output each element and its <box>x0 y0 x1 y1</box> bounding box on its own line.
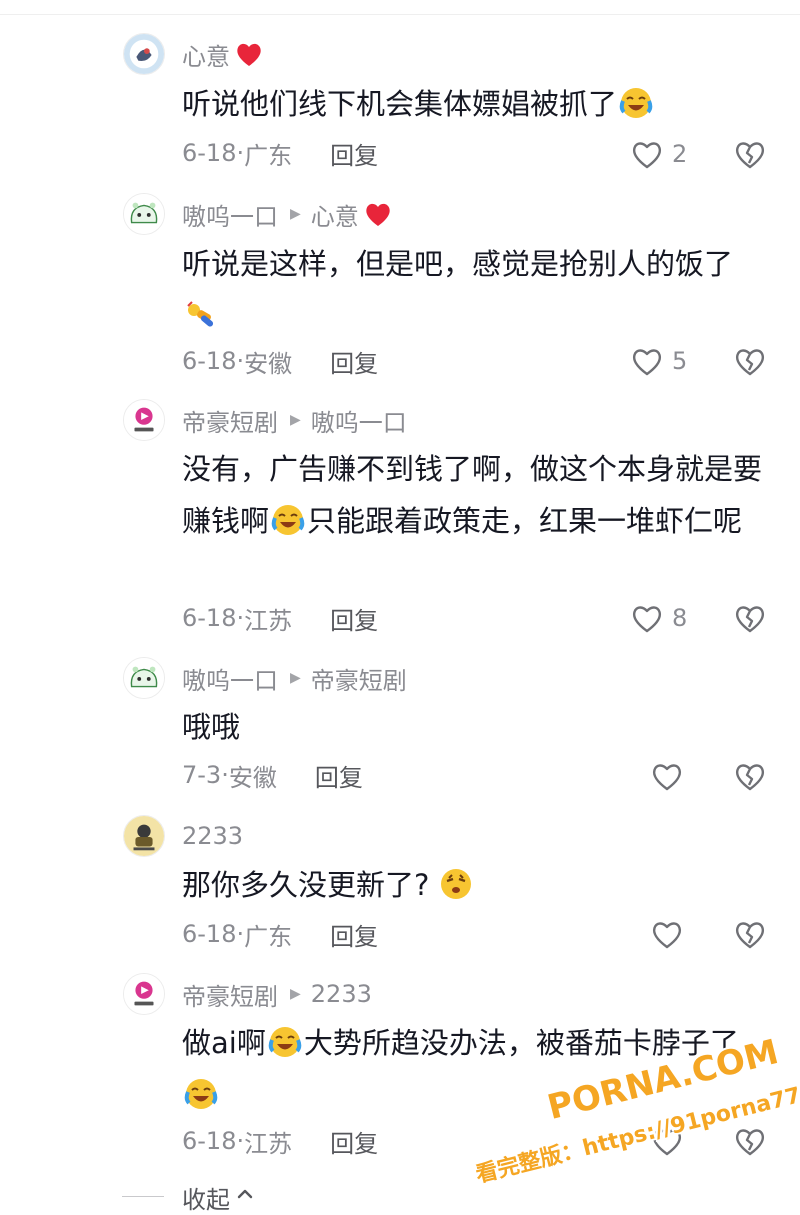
top-divider <box>0 14 800 15</box>
comment-author-row: 心意 <box>182 37 264 71</box>
heart-emoji-icon <box>366 203 390 226</box>
username[interactable]: 帝豪短剧 <box>182 403 278 438</box>
broken-heart-icon[interactable] <box>733 760 767 792</box>
collapse-replies-button[interactable]: 收起 <box>0 1180 800 1214</box>
comment-meta: 6-18 · 广东 回复 <box>182 917 378 951</box>
reply-arrow-icon: ▶ <box>290 986 301 1002</box>
comment-text: 听说他们线下机会集体嫖娼被抓了 <box>182 78 772 130</box>
fallen-person-emoji-icon <box>187 301 214 327</box>
heart-outline-icon <box>652 764 682 791</box>
username[interactable]: 帝豪短剧 <box>182 977 278 1012</box>
comment-author-row: 2233 <box>182 819 243 853</box>
like-count: 5 <box>672 347 688 375</box>
broken-heart-icon[interactable] <box>733 138 767 170</box>
laugh-cry-emoji-icon <box>271 505 305 535</box>
reply-button[interactable]: 回复 <box>330 601 378 636</box>
comment-meta: 6-18 · 安徽 回复 <box>182 344 378 378</box>
comment-author-row: 帝豪短剧 ▶ 嗷呜一口 <box>182 403 407 437</box>
avatar[interactable] <box>123 973 165 1015</box>
comment-author-row: 嗷呜一口 ▶ 心意 <box>182 197 393 231</box>
laugh-cry-emoji-icon <box>619 88 653 118</box>
username[interactable]: 2233 <box>182 822 243 850</box>
avatar[interactable] <box>123 399 165 441</box>
heart-outline-icon <box>652 922 682 949</box>
like-count: 2 <box>672 140 688 168</box>
reply-button[interactable]: 回复 <box>330 136 378 171</box>
reply-button[interactable]: 回复 <box>330 344 378 379</box>
like-button[interactable]: 2 <box>630 136 687 172</box>
username[interactable]: 嗷呜一口 <box>182 661 278 696</box>
username[interactable]: 嗷呜一口 <box>182 197 278 232</box>
collapse-label: 收起 <box>182 1186 230 1214</box>
heart-outline-icon <box>632 606 662 633</box>
comment-text: 那你多久没更新了? <box>182 859 772 911</box>
reply-button[interactable]: 回复 <box>330 917 378 952</box>
reply-arrow-icon: ▶ <box>290 670 301 686</box>
heart-emoji-icon <box>237 43 261 66</box>
avatar[interactable] <box>123 193 165 235</box>
laugh-cry-emoji-icon <box>268 1027 302 1057</box>
like-button[interactable] <box>650 758 684 794</box>
reply-to-username[interactable]: 帝豪短剧 <box>311 661 407 696</box>
reply-to-username[interactable]: 2233 <box>311 980 372 1008</box>
comment-author-row: 嗷呜一口 ▶ 帝豪短剧 <box>182 661 407 695</box>
reply-arrow-icon: ▶ <box>290 412 301 428</box>
comment-meta: 6-18 · 广东 回复 <box>182 136 378 170</box>
avatar[interactable] <box>123 33 165 75</box>
like-button[interactable] <box>650 916 684 952</box>
avatar[interactable] <box>123 657 165 699</box>
heart-outline-icon <box>632 349 662 376</box>
like-button[interactable]: 5 <box>630 343 687 379</box>
reply-button[interactable]: 回复 <box>315 758 363 793</box>
broken-heart-icon[interactable] <box>733 918 767 950</box>
comment-text: 听说是这样，但是吧，感觉是抢别人的饭了 <box>182 238 772 342</box>
broken-heart-icon[interactable] <box>733 1125 767 1157</box>
reply-button[interactable]: 回复 <box>330 1124 378 1159</box>
comment-meta: 6-18 · 江苏 回复 <box>182 1124 378 1158</box>
heart-outline-icon <box>632 142 662 169</box>
comment-meta: 7-3 · 安徽 回复 <box>182 758 363 792</box>
comment-text: 没有，广告赚不到钱了啊，做这个本身就是要赚钱啊 只能跟着政策走，红果一堆虾仁呢 <box>182 452 763 538</box>
avatar[interactable] <box>123 815 165 857</box>
reply-arrow-icon: ▶ <box>290 206 301 222</box>
divider <box>122 1196 164 1197</box>
like-count: 8 <box>672 604 688 632</box>
reply-to-username[interactable]: 心意 <box>311 197 359 232</box>
comment-meta: 6-18 · 江苏 回复 <box>182 601 378 635</box>
username[interactable]: 心意 <box>182 37 230 72</box>
reply-to-username[interactable]: 嗷呜一口 <box>311 403 407 438</box>
broken-heart-icon[interactable] <box>733 602 767 634</box>
squint-face-emoji-icon <box>441 869 472 899</box>
broken-heart-icon[interactable] <box>733 345 767 377</box>
laugh-cry-emoji-icon <box>184 1079 218 1109</box>
comment-text: 哦哦 <box>182 710 241 744</box>
chevron-up-icon <box>237 1189 253 1199</box>
like-button[interactable]: 8 <box>630 600 687 636</box>
comment-author-row: 帝豪短剧 ▶ 2233 <box>182 977 372 1011</box>
